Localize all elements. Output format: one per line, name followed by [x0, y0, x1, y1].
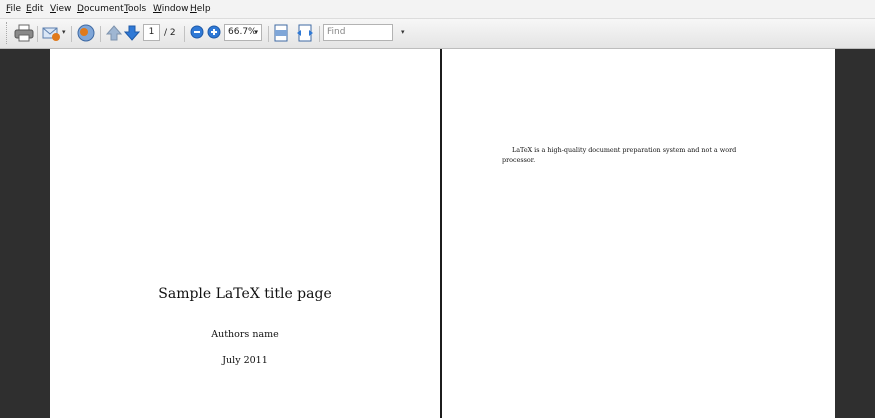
document-viewer[interactable]: Sample LaTeX title page Authors name Jul… — [0, 49, 875, 418]
toolbar-separator — [37, 26, 38, 42]
document-author: Authors name — [211, 329, 279, 340]
toolbar-separator — [184, 26, 185, 42]
menu-file[interactable]: File — [6, 4, 21, 14]
menu-view[interactable]: View — [50, 4, 71, 14]
find-dropdown-icon[interactable]: ▾ — [401, 28, 405, 36]
page-2: LaTeX is a high-quality document prepara… — [442, 49, 835, 418]
page-number-input[interactable]: 1 — [143, 24, 160, 41]
document-date: July 2011 — [222, 355, 268, 366]
toolbar: ▾ 1 / 2 66.7% ▾ Find ▾ — [0, 19, 875, 49]
menu-tools[interactable]: Tools — [124, 4, 146, 14]
fit-page-icon[interactable] — [273, 24, 289, 42]
previous-page-icon[interactable] — [106, 24, 122, 42]
email-icon[interactable] — [41, 23, 61, 43]
menu-edit[interactable]: Edit — [26, 4, 43, 14]
fit-width-icon[interactable] — [296, 24, 314, 42]
email-dropdown-icon[interactable]: ▾ — [62, 28, 66, 36]
zoom-in-icon[interactable] — [207, 25, 221, 39]
body-text-line-2: processor. — [502, 156, 536, 164]
toolbar-separator — [100, 26, 101, 42]
menu-document[interactable]: Document — [77, 4, 124, 14]
zoom-out-icon[interactable] — [190, 25, 204, 39]
toolbar-separator — [71, 26, 72, 42]
toolbar-separator — [268, 26, 269, 42]
page-total-label: / 2 — [164, 28, 176, 38]
find-input[interactable]: Find — [323, 24, 393, 41]
zoom-level-select[interactable]: 66.7% ▾ — [224, 24, 262, 41]
zoom-level-value: 66.7% — [228, 27, 257, 37]
menu-bar: File Edit View Document Tools Window Hel… — [0, 0, 875, 19]
menu-help[interactable]: Help — [190, 4, 211, 14]
print-icon[interactable] — [14, 24, 34, 42]
page-1: Sample LaTeX title page Authors name Jul… — [50, 49, 440, 418]
next-page-icon[interactable] — [124, 24, 140, 42]
upload-icon[interactable] — [76, 23, 96, 43]
menu-window[interactable]: Window — [153, 4, 189, 14]
document-title: Sample LaTeX title page — [158, 286, 332, 302]
toolbar-grip[interactable] — [6, 22, 10, 44]
body-text-line-1: LaTeX is a high-quality document prepara… — [512, 146, 737, 154]
toolbar-separator — [319, 26, 320, 42]
chevron-down-icon: ▾ — [254, 28, 258, 36]
